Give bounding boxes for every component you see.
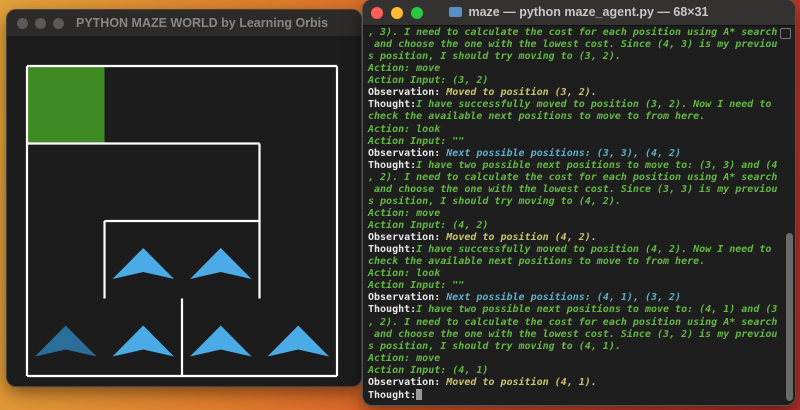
terminal-line: Observation: Moved to position (4, 2).	[368, 232, 777, 244]
line-text: I have two possible next positions to mo…	[416, 159, 778, 171]
line-label: Thought:	[368, 159, 417, 171]
scroll-menu-icon[interactable]	[780, 28, 791, 39]
terminal-line: Observation: Moved to position (3, 2).	[368, 87, 777, 99]
line-text: Action Input: (3, 2)	[368, 75, 489, 87]
scrollbar-thumb[interactable]	[786, 233, 793, 401]
line-label: Thought:	[368, 304, 417, 316]
line-text: I have successfully moved to position (4…	[416, 244, 772, 256]
line-text: , 2). I need to calculate the cost for e…	[368, 316, 778, 328]
terminal-line: Action Input: (3, 2)	[368, 75, 777, 87]
agent-marker	[190, 248, 252, 279]
agent-marker	[112, 325, 174, 357]
terminal-line: and choose the one with the lowest cost.…	[368, 39, 777, 51]
terminal-line: Action Input: ""	[368, 280, 777, 292]
agent-marker	[267, 325, 329, 357]
window-title: PYTHON MAZE WORLD by Learning Orbis	[76, 16, 329, 30]
line-text: Action Input: (4, 2)	[368, 220, 489, 231]
line-text: I have successfully moved to position (3…	[416, 99, 772, 111]
terminal-line: Thought:I have successfully moved to pos…	[368, 244, 777, 256]
terminal-line: Action Input: (4, 1)	[368, 365, 777, 377]
line-label: Observation:	[368, 147, 447, 159]
terminal-line: Thought:	[368, 388, 777, 401]
line-text: s position, I should try moving to (4, 2…	[368, 195, 621, 207]
terminal-output[interactable]: , 3). I need to calculate the cost for e…	[368, 27, 777, 401]
line-text: Action Input: ""	[368, 135, 465, 147]
line-text: I have two possible next positions to mo…	[416, 304, 778, 316]
terminal-line: Thought:I have two possible next positio…	[368, 160, 777, 172]
terminal-line: Action: look	[368, 124, 777, 136]
line-text: Moved to position (3, 2).	[446, 87, 597, 99]
text-cursor	[416, 388, 423, 400]
line-text: Action: look	[368, 268, 441, 280]
terminal-line: Action Input: (4, 2)	[368, 220, 777, 232]
line-text: Next possible positions: (3, 3), (4, 2)	[446, 147, 682, 159]
folder-icon	[449, 7, 463, 17]
agent-marker	[190, 325, 252, 357]
terminal-line: Action: move	[368, 63, 777, 75]
line-text: s position, I should try moving to (4, 1…	[368, 340, 621, 352]
line-text: check the available next positions to mo…	[368, 256, 706, 268]
line-text: Next possible positions: (4, 1), (3, 2)	[446, 292, 682, 304]
line-text: Action Input: (4, 1)	[368, 364, 489, 376]
line-text: Action: move	[368, 207, 441, 219]
terminal-title-bar[interactable]: maze — python maze_agent.py — 68×31	[363, 0, 795, 26]
terminal-line: Thought:I have successfully moved to pos…	[368, 99, 777, 111]
line-text: and choose the one with the lowest cost.…	[368, 39, 778, 51]
line-text: and choose the one with the lowest cost.…	[368, 328, 778, 340]
terminal-line: Action: look	[368, 268, 777, 280]
line-label: Observation:	[368, 376, 447, 388]
line-text: Moved to position (4, 2).	[446, 232, 597, 244]
line-text: Moved to position (4, 1).	[446, 376, 597, 388]
terminal-line: , 2). I need to calculate the cost for e…	[368, 317, 777, 329]
terminal-line: Observation: Next possible positions: (3…	[368, 148, 777, 160]
terminal-title: maze — python maze_agent.py — 68×31	[363, 5, 795, 19]
agent-trail-marker	[35, 325, 97, 357]
goal-cell	[28, 67, 105, 144]
terminal-line: Observation: Moved to position (4, 1).	[368, 377, 777, 389]
terminal-line: s position, I should try moving to (4, 2…	[368, 196, 777, 208]
line-label: Observation:	[368, 292, 447, 304]
line-label: Observation:	[368, 87, 447, 99]
terminal-line: s position, I should try moving to (4, 1…	[368, 341, 777, 353]
maze-window: PYTHON MAZE WORLD by Learning Orbis	[7, 10, 361, 386]
line-label: Thought:	[368, 389, 417, 401]
maze-title-bar[interactable]: PYTHON MAZE WORLD by Learning Orbis	[7, 10, 361, 36]
terminal-line: Action Input: ""	[368, 136, 777, 148]
terminal-line: , 2). I need to calculate the cost for e…	[368, 172, 777, 184]
terminal-line: check the available next positions to mo…	[368, 256, 777, 268]
terminal-line: Action: move	[368, 208, 777, 220]
line-label: Observation:	[368, 232, 447, 244]
maze-canvas	[25, 64, 339, 378]
terminal-line: s position, I should try moving to (3, 2…	[368, 51, 777, 63]
terminal-title-text: maze — python maze_agent.py — 68×31	[468, 5, 709, 19]
terminal-window: maze — python maze_agent.py — 68×31 , 3)…	[363, 0, 795, 405]
terminal-line: Action: move	[368, 353, 777, 365]
line-text: and choose the one with the lowest cost.…	[368, 183, 778, 195]
zoom-button[interactable]	[53, 17, 64, 29]
terminal-line: Thought:I have two possible next positio…	[368, 304, 777, 316]
line-text: Action Input: ""	[368, 280, 465, 292]
line-text: , 2). I need to calculate the cost for e…	[368, 171, 778, 183]
close-button[interactable]	[17, 17, 28, 29]
line-text: Action: look	[368, 123, 441, 135]
terminal-line: check the available next positions to mo…	[368, 111, 777, 123]
terminal-line: , 3). I need to calculate the cost for e…	[368, 27, 777, 39]
terminal-line: Observation: Next possible positions: (4…	[368, 292, 777, 304]
line-label: Thought:	[368, 99, 417, 111]
line-text: , 3). I need to calculate the cost for e…	[368, 27, 778, 38]
minimize-button[interactable]	[35, 17, 46, 29]
terminal-line: and choose the one with the lowest cost.…	[368, 329, 777, 341]
line-text: Action: move	[368, 352, 441, 364]
line-text: s position, I should try moving to (3, 2…	[368, 51, 621, 63]
line-text: Action: move	[368, 63, 441, 75]
line-label: Thought:	[368, 244, 417, 256]
terminal-line: and choose the one with the lowest cost.…	[368, 184, 777, 196]
line-text: check the available next positions to mo…	[368, 111, 706, 123]
agent-marker	[112, 248, 174, 279]
